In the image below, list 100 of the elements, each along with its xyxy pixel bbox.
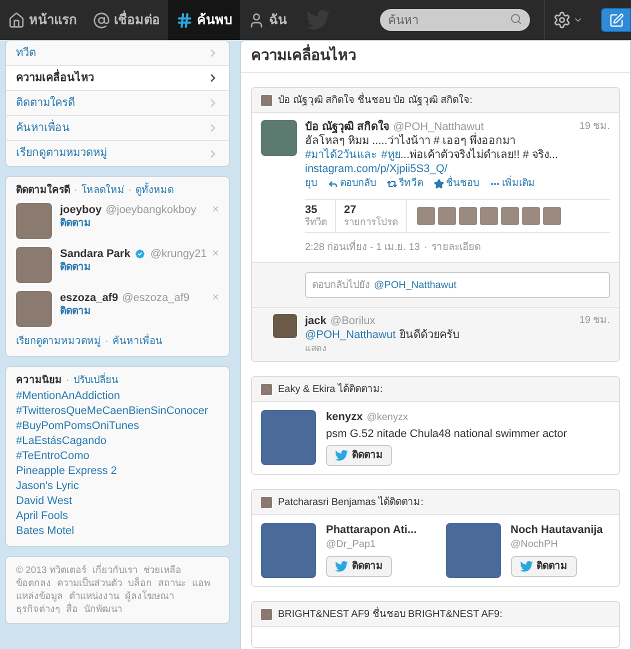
nav-tab[interactable]: เชื่อมต่อ [85, 0, 168, 40]
avatar-photo-placeholder [261, 410, 316, 465]
trend-link[interactable]: Pineapple Express 2 [16, 464, 219, 479]
footer-link[interactable]: แอพ [192, 577, 210, 590]
stat-label: รายการโปรด [344, 216, 398, 228]
follow-button[interactable]: ติดตาม [326, 445, 392, 466]
user-name[interactable]: jack [305, 314, 326, 328]
user-handle: @kenyzx [366, 410, 408, 424]
compose-button[interactable] [601, 8, 631, 32]
verified-icon [134, 248, 146, 260]
nav-tab[interactable]: หน้าแรก [0, 0, 85, 40]
section-title: ความนิยม [16, 374, 62, 388]
url-link[interactable]: instagram.com/p/Xjpii5S3_Q/ [305, 162, 610, 176]
separator-dot: · [105, 335, 108, 349]
footer-link[interactable]: เกี่ยวกับเรา [92, 564, 138, 577]
avatar-photo-placeholder [16, 247, 52, 283]
sidebar-menu-item[interactable]: ความเคลื่อนไหว [6, 66, 229, 91]
trend-link[interactable]: April Fools [16, 509, 219, 524]
footer-link[interactable]: แหล่งข้อมูล [16, 590, 63, 603]
activity-header: BRIGHT&NEST AF9 ชื่นชอบ BRIGHT&NEST AF9: [278, 606, 502, 622]
nav-tab[interactable]: ค้นพบ [168, 0, 240, 40]
avatar-photo-placeholder [438, 207, 456, 225]
footer-link[interactable]: สื่อ [66, 603, 78, 616]
separator-dot: · [74, 184, 78, 198]
section-link[interactable]: เรียกดูตามหมวดหมู่ [16, 335, 101, 349]
nav-tab[interactable]: ฉัน [240, 0, 295, 40]
follow-link[interactable]: ติดตาม [60, 305, 91, 319]
trend-link[interactable]: #TeEntroComo [16, 449, 219, 464]
avatar-photo-placeholder [543, 207, 561, 225]
follow-link[interactable]: ติดตาม [60, 261, 91, 275]
bird-icon [335, 450, 348, 461]
follow-link[interactable]: ติดตาม [60, 217, 91, 231]
footer-link[interactable]: ผู้ลงโฆษณา [125, 590, 174, 603]
activity-header: Patcharasri Benjamas ได้ติดตาม: [278, 495, 424, 510]
settings-icon [553, 11, 571, 29]
details-link[interactable]: รายละเอียด [431, 241, 480, 254]
tweet-action[interactable]: รีทวีต [387, 177, 423, 190]
footer-link[interactable]: ข้อตกลง [16, 577, 51, 590]
avatar-photo-placeholder [16, 291, 52, 327]
footer-link[interactable]: ความเป็นส่วนตัว [57, 577, 122, 590]
tweet-text: ฮัลโหลๆ หิมม .....ว่าไงน้าา # เออๆ พึ่งออกมา #มาได้2วันและ #หูย...พ่อเค้าตัวจริงไม่ดำเลย!! # จริง... [305, 134, 610, 162]
footer-link[interactable]: ตำแหน่งงาน [69, 590, 119, 603]
separator-dot: · [424, 241, 428, 254]
separator-dot: · [128, 184, 132, 198]
bird-icon [520, 561, 532, 572]
stat-label: รีทวีต [305, 216, 327, 228]
user-name[interactable]: Noch Hautavanija [510, 523, 603, 538]
trend-link[interactable]: Bates Motel [16, 524, 219, 539]
trend-link[interactable]: #LaEstásCagando [16, 434, 219, 449]
section-link[interactable]: ดูทั้งหมด [136, 184, 174, 198]
trend-link[interactable]: #TwitterosQueMeCaenBienSinConocer [16, 404, 219, 419]
follow-button[interactable]: ติดตาม [510, 556, 576, 577]
connect-icon [93, 12, 110, 28]
reply-field[interactable]: ตอบกลับไปยัง @POH_Natthawut [305, 272, 610, 298]
mention-link[interactable]: @POH_Natthawut [305, 328, 396, 342]
hashtag-link[interactable]: #มาได้2วันและ [305, 149, 378, 161]
trend-link[interactable]: Jason's Lyric [16, 479, 219, 494]
footer-link[interactable]: © 2013 ทวิตเตอร์ [16, 564, 86, 577]
user-handle: @joeybangkokboy [106, 203, 196, 217]
hashtag-link[interactable]: #หูย [381, 149, 400, 161]
follow-button[interactable]: ติดตาม [326, 556, 392, 577]
avatar-photo-placeholder [417, 207, 435, 225]
footer-link[interactable]: บล็อก [128, 577, 152, 590]
reply-icon [328, 178, 338, 188]
tweet-action[interactable]: ชื่นชอบ [434, 177, 479, 190]
user-handle: @krungy21 [150, 247, 207, 261]
show-link[interactable]: แสดง [305, 342, 610, 355]
trend-link[interactable]: David West [16, 494, 219, 509]
separator-dot: · [66, 374, 70, 388]
section-link[interactable]: โหลดใหม่ [81, 184, 124, 198]
user-name[interactable]: Sandara Park [60, 247, 130, 261]
sidebar-menu-item[interactable]: ค้นหาเพื่อน [6, 116, 229, 141]
tweet-timestamp: 2:28 ก่อนเที่ยง - 1 เม.ย. 13 [305, 241, 420, 254]
footer-link[interactable]: ธุรกิจต่างๆ [16, 603, 60, 616]
user-bio: psm G.52 nitade Chula48 national swimmer actor [326, 427, 567, 441]
tweet-action[interactable]: เพิ่มเติม [490, 177, 535, 190]
user-handle: @eszoza_af9 [122, 291, 190, 305]
user-name[interactable]: kenyzx [326, 410, 363, 425]
avatar-photo-placeholder [261, 120, 297, 156]
footer-link[interactable]: สถานะ [158, 577, 186, 590]
section-link[interactable]: ปรับเปลี่ยน [73, 374, 118, 388]
trend-link[interactable]: #BuyPomPomsOniTunes [16, 419, 219, 434]
tweet-action[interactable]: ตอบกลับ [328, 177, 376, 190]
trend-link[interactable]: #MentionAnAddiction [16, 389, 219, 404]
footer-link[interactable]: นักพัฒนา [84, 603, 122, 616]
discover-icon [176, 12, 193, 28]
search-field[interactable]: ค้นหา [380, 9, 530, 31]
sidebar-menu-item[interactable]: ติดตามใครดี [6, 91, 229, 116]
tweet-time: 19 ชม. [579, 120, 610, 134]
avatar-photo-placeholder [261, 608, 272, 620]
activity-header: ป๋อ ณัฐวุฒิ สกิดใจ ชื่นชอบ ป๋อ ณัฐวุฒิ สกิดใจ: [278, 92, 472, 108]
user-name[interactable]: ป๋อ ณัฐวุฒิ สกิดใจ [305, 120, 390, 134]
footer-link[interactable]: ช่วยเหลือ [143, 564, 182, 577]
user-name[interactable]: Phattarapon Ati... [326, 523, 417, 538]
sidebar-menu-item[interactable]: เรียกดูตามหมวดหมู่ [6, 141, 229, 166]
stat-count: 35 [305, 204, 318, 216]
tweet-action[interactable]: ยุบ [305, 177, 317, 190]
user-name[interactable]: joeyboy [60, 203, 102, 217]
section-link[interactable]: ค้นหาเพื่อน [112, 335, 162, 349]
user-name[interactable]: eszoza_af9 [60, 291, 118, 305]
